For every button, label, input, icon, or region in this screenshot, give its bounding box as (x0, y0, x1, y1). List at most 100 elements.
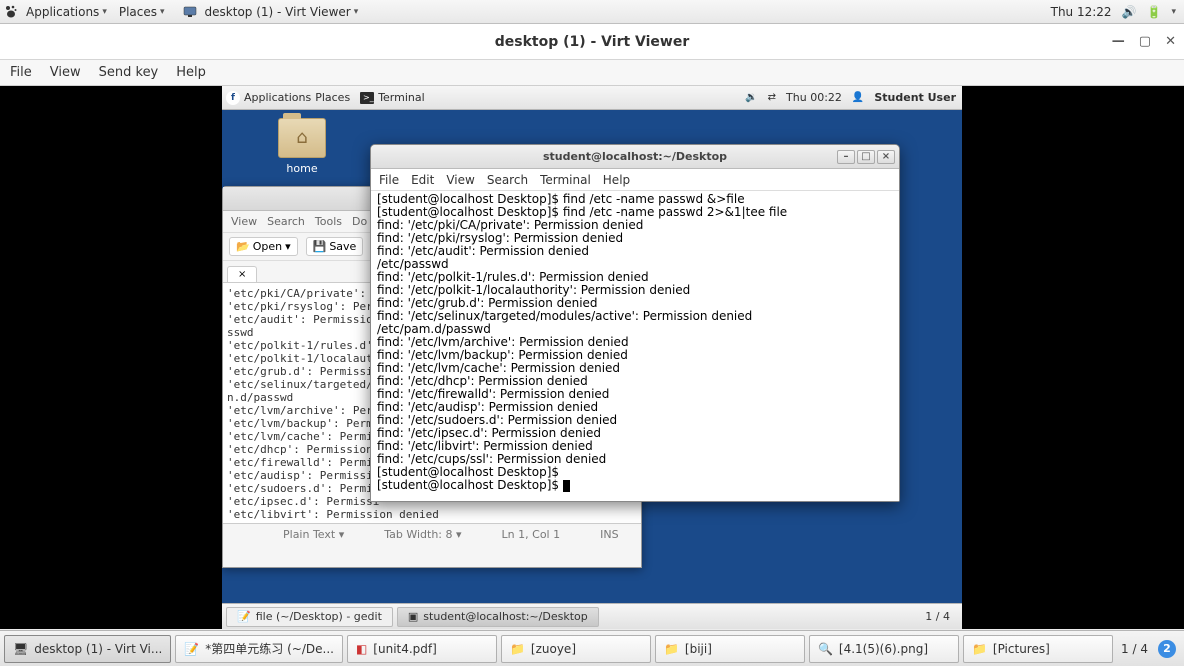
taskbar-gedit-label: file (~/Desktop) - gedit (256, 610, 382, 623)
inner-applications-label: Applications (244, 91, 311, 104)
gedit-menu-tools[interactable]: Tools (315, 215, 342, 228)
terminal-window[interactable]: student@localhost:~/Desktop – □ × File E… (370, 144, 900, 502)
applications-label: Applications (26, 5, 99, 19)
active-app-label: desktop (1) - Virt Viewer (205, 5, 351, 19)
user-icon: 👤 (852, 92, 864, 103)
notification-badge[interactable]: 2 (1158, 640, 1176, 658)
display-icon (183, 5, 197, 19)
terminal-icon: ▣ (408, 610, 418, 623)
volume-icon[interactable]: 🔉 (745, 92, 757, 103)
active-app-menu[interactable]: desktop (1) - Virt Viewer▾ (201, 3, 363, 21)
taskbar-item-4[interactable]: 📁 [biji] (655, 635, 805, 663)
svg-text:>_: >_ (363, 93, 374, 102)
term-close-button[interactable]: × (877, 150, 895, 164)
term-maximize-button[interactable]: □ (857, 150, 875, 164)
image-icon: 🔍 (818, 642, 833, 656)
chevron-down-icon: ▾ (102, 7, 107, 17)
gedit-menu-do[interactable]: Do (352, 215, 367, 228)
inner-active-app-label: Terminal (378, 91, 425, 104)
chevron-down-icon: ▾ (285, 240, 291, 253)
taskbar-label-0: desktop (1) - Virt Vi... (34, 642, 162, 656)
virt-viewer-menubar: File View Send key Help (0, 60, 1184, 86)
term-menu-terminal[interactable]: Terminal (540, 173, 591, 187)
chevron-down-icon: ▾ (160, 7, 165, 17)
terminal-titlebar: student@localhost:~/Desktop – □ × (371, 145, 899, 169)
gedit-open-button[interactable]: 📂Open▾ (229, 237, 298, 256)
menu-file[interactable]: File (10, 65, 32, 80)
taskbar-item-3[interactable]: 📁[zuoye] (501, 635, 651, 663)
taskbar-item-6[interactable]: 📁 [Pictures] (963, 635, 1113, 663)
window-title: desktop (1) - Virt Viewer (495, 34, 690, 50)
gedit-menu-view[interactable]: View (231, 215, 257, 228)
cursor-icon (563, 480, 570, 492)
taskbar-label-6: [Pictures] (993, 642, 1050, 656)
inner-clock[interactable]: Thu 00:22 (786, 91, 842, 104)
minimize-button[interactable]: — (1112, 34, 1125, 49)
clock-label[interactable]: Thu 12:22 (1051, 5, 1112, 19)
menu-sendkey[interactable]: Send key (99, 65, 159, 80)
term-menu-search[interactable]: Search (487, 173, 528, 187)
status-plaintext[interactable]: Plain Text ▾ (283, 528, 344, 541)
terminal-title-text: student@localhost:~/Desktop (543, 150, 727, 163)
menu-help[interactable]: Help (176, 65, 206, 80)
taskbar-label-2: [unit4.pdf] (373, 642, 437, 656)
gedit-save-button[interactable]: 💾Save (306, 237, 364, 256)
terminal-body[interactable]: [student@localhost Desktop]$ find /etc -… (371, 191, 899, 501)
guest-desktop[interactable]: f Applications Places >_ Terminal 🔉 ⇄ Th… (222, 86, 962, 629)
gedit-icon: 📝 (184, 642, 199, 656)
status-lncol: Ln 1, Col 1 (502, 528, 561, 541)
taskbar-gedit-button[interactable]: 📝 file (~/Desktop) - gedit (226, 607, 393, 627)
save-icon: 💾 (313, 240, 327, 253)
taskbar-item-5[interactable]: 🔍 [4.1(5)(6).png] (809, 635, 959, 663)
inner-places-label: Places (315, 91, 350, 104)
taskbar-terminal-label: student@localhost:~/Desktop (423, 610, 587, 623)
status-plaintext-label: Plain Text (283, 528, 335, 541)
places-menu[interactable]: Places▾ (115, 3, 169, 21)
taskbar-item-2[interactable]: ◧[unit4.pdf] (347, 635, 497, 663)
term-menu-view[interactable]: View (446, 173, 474, 187)
term-minimize-button[interactable]: – (837, 150, 855, 164)
inner-active-app[interactable]: Terminal (378, 91, 425, 104)
fedora-icon: f (226, 91, 240, 105)
close-button[interactable]: ✕ (1165, 34, 1176, 49)
status-tabwidth[interactable]: Tab Width: 8 ▾ (384, 528, 461, 541)
gedit-icon: 📝 (237, 610, 251, 623)
applications-menu[interactable]: Applications▾ (22, 3, 111, 21)
taskbar-label-3: [zuoye] (531, 642, 576, 656)
folder-icon: 📁 (664, 642, 679, 656)
user-menu-icon[interactable]: ▾ (1171, 7, 1176, 17)
inner-taskbar: 📝 file (~/Desktop) - gedit ▣ student@loc… (222, 603, 962, 629)
terminal-menubar: File Edit View Search Terminal Help (371, 169, 899, 191)
workspace-indicator[interactable]: 1 / 4 (919, 608, 956, 625)
taskbar-label-5: [4.1(5)(6).png] (839, 642, 928, 656)
gedit-tab[interactable]: × (227, 266, 257, 282)
taskbar-item-0[interactable]: 🖥 desktop (1) - Virt Vi... (4, 635, 171, 663)
display-icon: 🖥 (13, 642, 28, 656)
battery-icon[interactable]: 🔋 (1147, 5, 1162, 19)
gedit-menu-search[interactable]: Search (267, 215, 305, 228)
term-menu-edit[interactable]: Edit (411, 173, 434, 187)
taskbar-item-1[interactable]: 📝*第四单元练习 (~/De... (175, 635, 343, 663)
open-icon: 📂 (236, 240, 250, 253)
inner-applications-menu[interactable]: Applications (244, 91, 311, 104)
tab-close-icon[interactable]: × (238, 269, 246, 280)
inner-places-menu[interactable]: Places (315, 91, 350, 104)
term-menu-file[interactable]: File (379, 173, 399, 187)
chevron-down-icon: ▾ (354, 7, 359, 17)
menu-view[interactable]: View (50, 65, 81, 80)
save-label: Save (329, 240, 356, 253)
network-icon[interactable]: ⇄ (768, 92, 776, 103)
terminal-app-icon: >_ (360, 91, 374, 105)
outer-workspace-indicator[interactable]: 1 / 4 (1121, 642, 1148, 656)
home-folder-icon[interactable]: home (267, 118, 337, 175)
outer-gnome-panel: Applications▾ Places▾ desktop (1) - Virt… (0, 0, 1184, 24)
volume-icon[interactable]: 🔊 (1122, 5, 1137, 19)
folder-icon: 📁 (972, 642, 987, 656)
outer-taskbar: 🖥 desktop (1) - Virt Vi... 📝*第四单元练习 (~/De… (0, 630, 1184, 666)
gedit-statusbar: Plain Text ▾ Tab Width: 8 ▾ Ln 1, Col 1 … (223, 523, 641, 545)
maximize-button[interactable]: ▢ (1139, 34, 1151, 49)
term-menu-help[interactable]: Help (603, 173, 630, 187)
inner-user-label[interactable]: Student User (874, 91, 956, 104)
taskbar-terminal-button[interactable]: ▣ student@localhost:~/Desktop (397, 607, 599, 627)
taskbar-label-4: [biji] (685, 642, 712, 656)
